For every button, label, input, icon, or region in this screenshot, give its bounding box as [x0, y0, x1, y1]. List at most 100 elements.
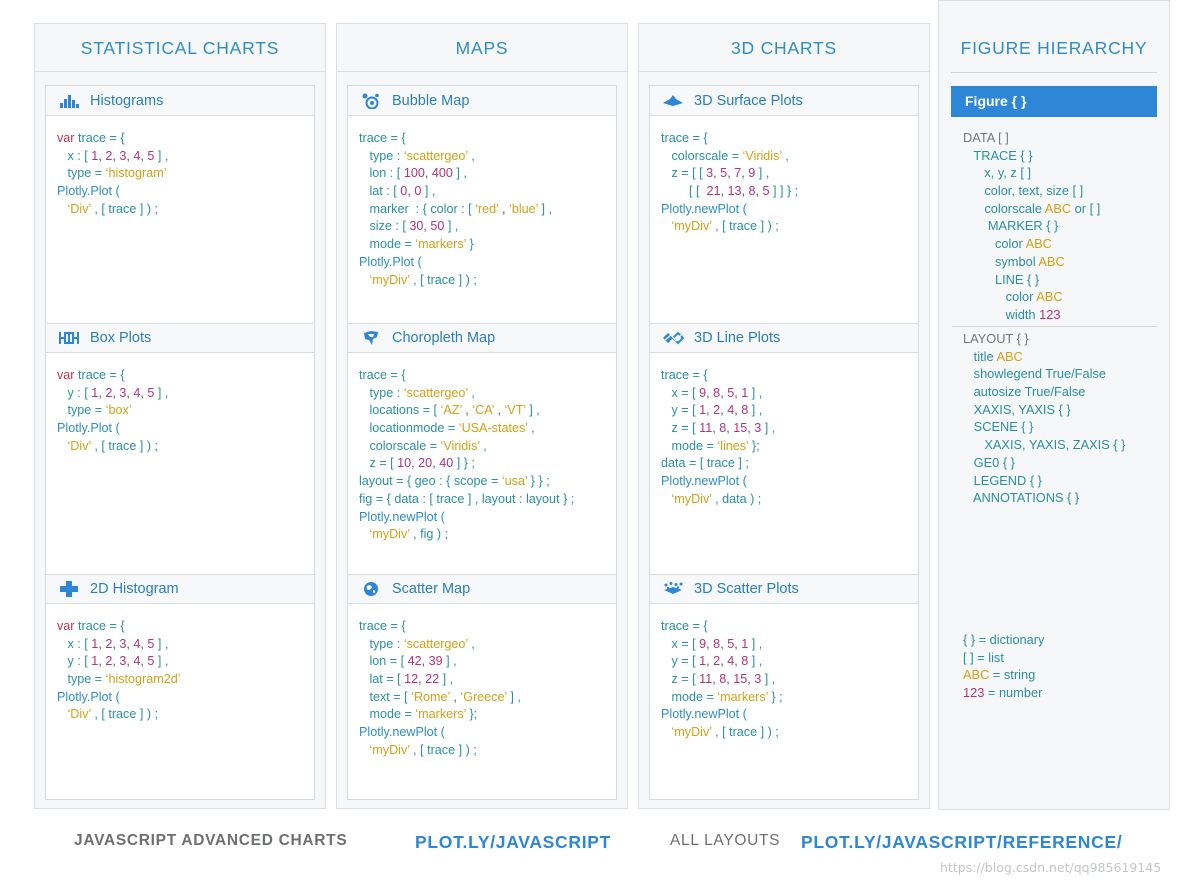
code-token: , fig ) ; [409, 527, 449, 542]
code-token: , [ trace ] ) ; [711, 219, 779, 234]
code-token: z = [ [661, 672, 700, 687]
code-token: , [ trace ] ) ; [90, 707, 159, 722]
code-line: x : [ 1, 2, 3, 4, 5 ] , [57, 636, 314, 654]
line-3d-icon [662, 330, 684, 346]
section-header: Choropleth Map [348, 323, 616, 353]
code-token: Plotly.Plot ( [57, 421, 120, 436]
code-token: x : [ [57, 148, 92, 163]
code-token: layout = { geo : { scope = [359, 474, 502, 489]
code-line: Plotly.newPlot ( [359, 724, 616, 742]
code-token: trace = { [78, 368, 125, 382]
code-line: fig = { data : [ trace ] , layout : layo… [359, 491, 616, 509]
code-token: trace = { [78, 131, 125, 145]
code-token: ‘markers’ [717, 689, 768, 704]
code-line: x, y, z [ ] [963, 164, 1100, 182]
code-line: x = [ 9, 8, 5, 1 ] , [661, 385, 918, 403]
code-line: width 123 [963, 306, 1100, 324]
code-line: z = [ 10, 20, 40 ] } ; [359, 455, 616, 473]
footer-link-reference[interactable]: PLOT.LY/JAVASCRIPT/REFERENCE/ [801, 832, 1122, 856]
code-token: ] , [452, 166, 467, 181]
choropleth-map-icon [360, 330, 382, 346]
section-header: Scatter Map [348, 574, 616, 604]
code-line: Plotly.Plot ( [57, 183, 314, 201]
code-token: MARKER { } [963, 218, 1059, 234]
code-token: Plotly.Plot ( [359, 254, 422, 269]
code-line: type : ‘scattergeo’ , [359, 636, 616, 654]
code-token: mode = [661, 438, 718, 453]
code-token: trace = { [359, 131, 406, 145]
maps-panel: Bubble Map trace = { type : ‘scattergeo’ … [347, 85, 617, 800]
code-snippet: var trace = { x : [ 1, 2, 3, 4, 5 ] , y … [46, 604, 314, 724]
statistical-charts-column: STATISTICAL CHARTS Histograms var trace =… [34, 23, 326, 809]
code-token: ] , [154, 148, 169, 163]
section-header: 3D Line Plots [650, 323, 918, 353]
chart-section: Bubble Map trace = { type : ‘scattergeo’ … [348, 86, 616, 323]
bubble-map-icon [360, 93, 382, 109]
code-line: symbol ABC [963, 253, 1100, 271]
code-token: text = [ [359, 689, 412, 704]
code-token: 100 [403, 166, 425, 181]
code-line: 123 = number [963, 684, 1044, 702]
code-token: ‘red’ [475, 201, 499, 216]
code-line: trace = { [359, 367, 616, 385]
section-title: 3D Scatter Plots [694, 581, 799, 597]
code-token: ABC [1044, 200, 1072, 216]
code-token: ‘box’ [105, 403, 132, 418]
code-line: type : ‘scattergeo’ , [359, 385, 616, 403]
code-line: trace = { [359, 130, 616, 148]
code-token: marker : { color : [ [359, 201, 476, 216]
code-token: ‘Div’ [67, 438, 91, 453]
section-title: Box Plots [90, 330, 152, 346]
chart-section: Box Plots var trace = { y : [ 1, 2, 3, 4,… [46, 323, 314, 574]
code-token: ] , [755, 166, 770, 181]
code-token: ‘VT’ [504, 403, 526, 418]
code-token: width [963, 306, 1040, 322]
code-token: ‘Viridis’ [440, 438, 480, 453]
code-line: var trace = { [57, 130, 314, 148]
code-token: = number [984, 685, 1043, 701]
code-token: ‘Rome’ [411, 689, 450, 704]
type-legend: { } = dictionary[ ] = list ABC = string 12… [963, 631, 1044, 702]
code-token: ‘myDiv’ [369, 527, 410, 542]
code-token: , [741, 184, 749, 199]
code-token: 21 [706, 184, 721, 199]
code-token: y = [ [661, 403, 700, 418]
code-token: , [755, 184, 763, 199]
code-snippet: trace = { x = [ 9, 8, 5, 1 ] , y = [ 1, … [650, 604, 918, 742]
code-token: lon = [ [359, 654, 408, 669]
code-token: ANNOTATIONS { } [963, 490, 1080, 506]
section-title: Histograms [90, 92, 164, 109]
section-title: Choropleth Map [392, 330, 496, 346]
footer-layouts-title: ALL LAYOUTS [670, 832, 781, 849]
code-line: lat = [ 12, 22 ] , [359, 671, 616, 689]
code-line: colorscale = ‘Viridis’ , [661, 148, 918, 166]
code-token: ‘USA-states’ [458, 421, 528, 436]
code-token: var [57, 619, 78, 633]
code-token: ] , [761, 421, 776, 436]
footer-link-javascript[interactable]: PLOT.LY/JAVASCRIPT [415, 832, 611, 856]
code-token: trace = { [661, 131, 708, 145]
code-token: ‘myDiv’ [369, 742, 410, 757]
code-token: ] , [537, 201, 552, 216]
section-header: Box Plots [46, 323, 314, 353]
code-token: var [57, 131, 78, 145]
code-token: title [963, 348, 997, 364]
code-line: ABC = string [963, 666, 1044, 684]
code-token: trace = { [359, 619, 406, 633]
code-token: 123 [963, 685, 985, 701]
code-token: , [781, 148, 789, 163]
code-token: color [963, 289, 1037, 305]
figure-title-bar: Figure { } [951, 86, 1157, 117]
column-title: 3D CHARTS [639, 24, 929, 72]
code-token: type = [57, 403, 106, 418]
section-header: Bubble Map [348, 86, 616, 116]
code-token: data = [ trace ] ; [661, 456, 749, 471]
code-token: color, text, size [ ] [963, 183, 1084, 199]
code-token: ] , [442, 654, 457, 669]
code-token: fig = { data : [ trace ] , layout : layo… [359, 491, 575, 506]
section-header: 3D Surface Plots [650, 86, 918, 116]
code-line: mode = ‘lines’ }; [661, 438, 918, 456]
